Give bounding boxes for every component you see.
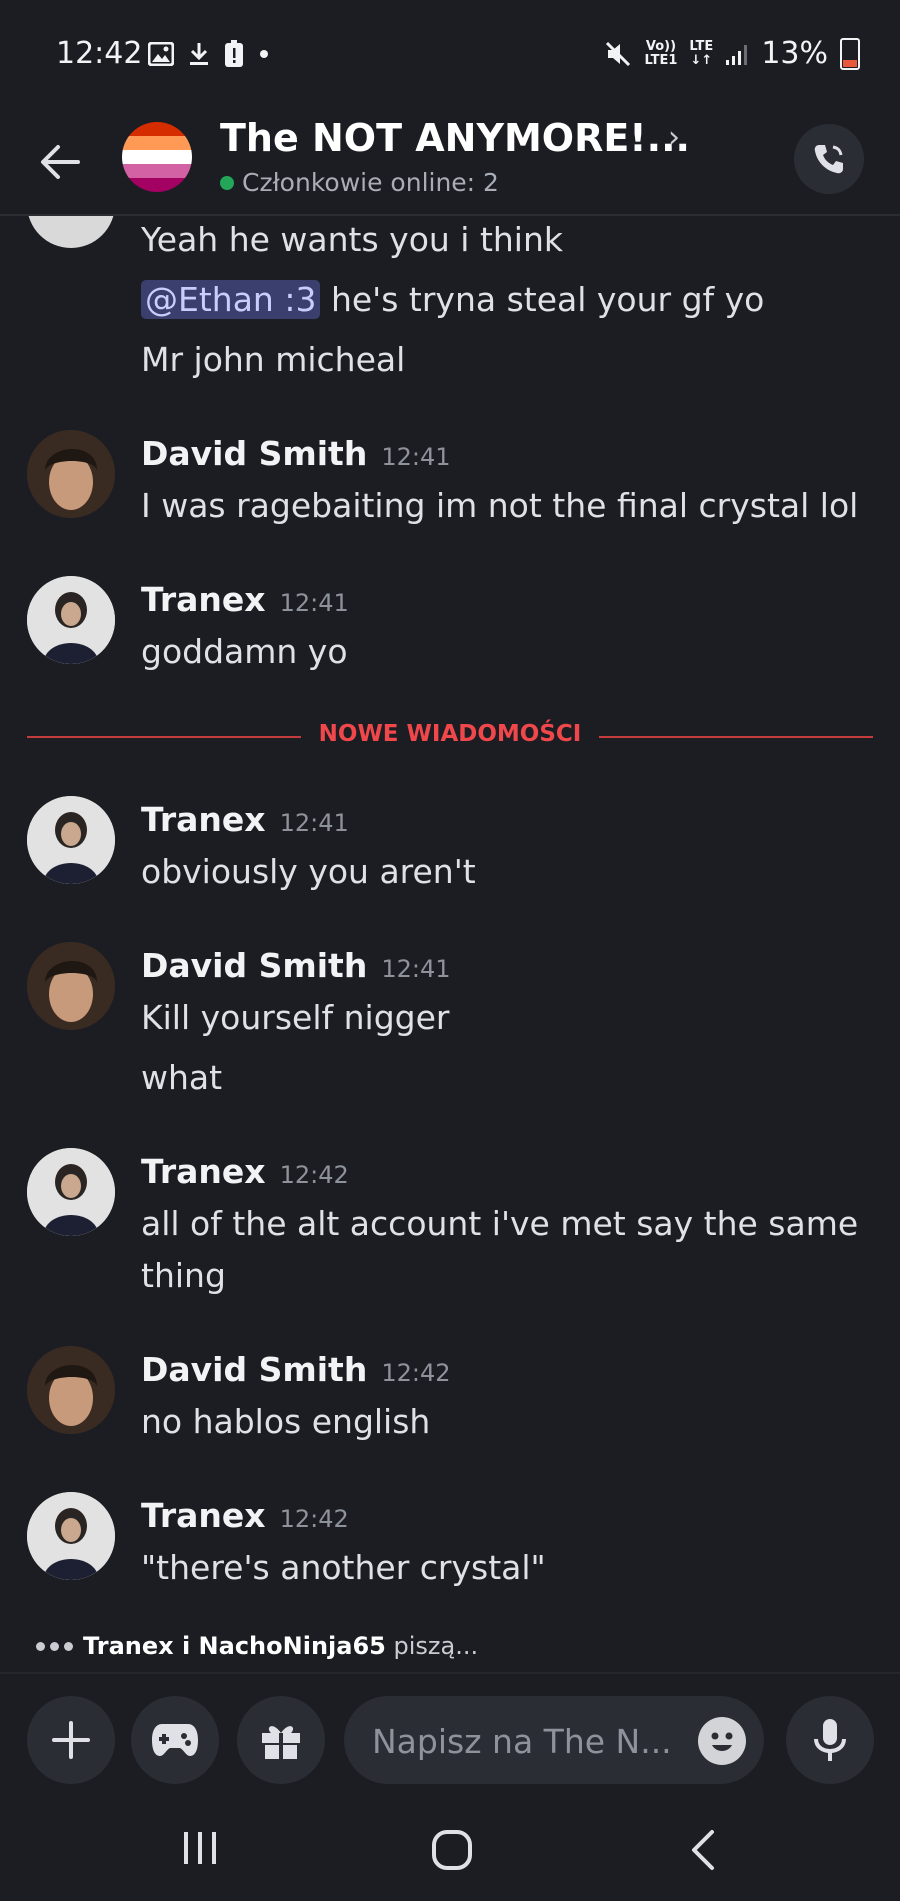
avatar[interactable] [27,796,115,884]
new-messages-label: NOWE WIADOMOŚCI [0,721,900,747]
online-members: Członkowie online: 2 [220,168,499,197]
status-bar: 12:42 Vo)) LTE1 LTE ↓↑ 13% [0,0,900,112]
message-author[interactable]: Tranex 12:41 [141,580,349,619]
home-icon[interactable] [430,1828,474,1872]
add-attachment-button[interactable] [27,1696,115,1784]
gamepad-icon [152,1724,198,1756]
message-line: Mr john micheal [141,340,406,379]
message-time: 12:42 [279,1505,349,1533]
message-time: 12:41 [279,809,349,837]
plus-icon [52,1721,90,1759]
chevron-right-icon[interactable]: › [668,120,680,155]
activities-button[interactable] [131,1696,219,1784]
message-composer [0,1672,900,1798]
network-indicator: Vo)) LTE1 [644,38,678,68]
avatar[interactable] [27,1148,115,1236]
back-icon[interactable] [688,1828,718,1872]
mute-icon [606,41,631,66]
more-dot-icon [260,50,268,58]
avatar[interactable] [27,576,115,664]
voice-message-button[interactable] [786,1696,874,1784]
message-time: 12:41 [381,443,451,471]
avatar[interactable] [27,1346,115,1434]
avatar[interactable] [27,216,115,248]
message-author[interactable]: Tranex 12:42 [141,1152,349,1191]
online-dot-icon [220,175,234,190]
message-line: all of the alt account i've met say the … [141,1204,859,1243]
battery-icon [840,37,860,70]
message-line: Kill yourself nigger [141,998,450,1037]
message-line: goddamn yo [141,632,348,671]
message-author[interactable]: Tranex 12:41 [141,800,349,839]
message-line: "there's another crystal" [141,1548,546,1587]
recents-icon[interactable] [180,1828,220,1868]
status-time: 12:42 [56,36,143,71]
channel-header: The NOT ANYMORE!... › Członkowie online:… [0,112,900,216]
message-author[interactable]: David Smith 12:42 [141,1350,451,1389]
battery-percent: 13% [761,36,828,71]
signal-icon [726,44,748,65]
message-feed[interactable]: Yeah he wants you i think @Ethan :3 he's… [0,216,900,1640]
emoji-icon[interactable] [698,1717,746,1765]
message-author[interactable]: Tranex 12:42 [141,1496,349,1535]
mention[interactable]: @Ethan :3 [141,280,321,319]
message-time: 12:42 [279,1161,349,1189]
status-right: Vo)) LTE1 LTE ↓↑ 13% [604,36,860,71]
message-line: Yeah he wants you i think [141,220,563,259]
message-time: 12:41 [381,955,451,983]
call-icon [814,145,843,174]
call-button[interactable] [794,124,864,194]
alert-icon [225,40,243,67]
system-nav-bar [0,1800,900,1901]
group-avatar[interactable] [122,122,192,192]
message-line: no hablos english [141,1402,431,1441]
avatar[interactable] [27,1492,115,1580]
channel-title[interactable]: The NOT ANYMORE!... [220,116,690,160]
typing-indicator: Tranex i NachoNinja65 piszą... [36,1632,478,1660]
message-line: obviously you aren't [141,852,476,891]
avatar[interactable] [27,430,115,518]
typing-dots-icon [36,1641,73,1651]
lte-indicator: LTE ↓↑ [689,38,714,68]
status-left-icons [148,40,270,68]
message-line: what [141,1058,223,1097]
message-author[interactable]: David Smith 12:41 [141,434,451,473]
microphone-icon [814,1719,846,1761]
message-input[interactable] [370,1696,674,1786]
message-time: 12:42 [381,1359,451,1387]
gift-icon [262,1726,300,1759]
message-input-container[interactable] [344,1696,764,1786]
gift-button[interactable] [237,1696,325,1784]
message-line: thing [141,1256,226,1295]
back-arrow-icon[interactable] [38,142,82,182]
download-icon [190,43,208,65]
message-time: 12:41 [279,589,349,617]
message-line: @Ethan :3 he's tryna steal your gf yo [141,280,764,319]
gallery-icon [148,42,174,66]
message-line: I was ragebaiting im not the final cryst… [141,486,859,525]
avatar[interactable] [27,942,115,1030]
message-author[interactable]: David Smith 12:41 [141,946,451,985]
